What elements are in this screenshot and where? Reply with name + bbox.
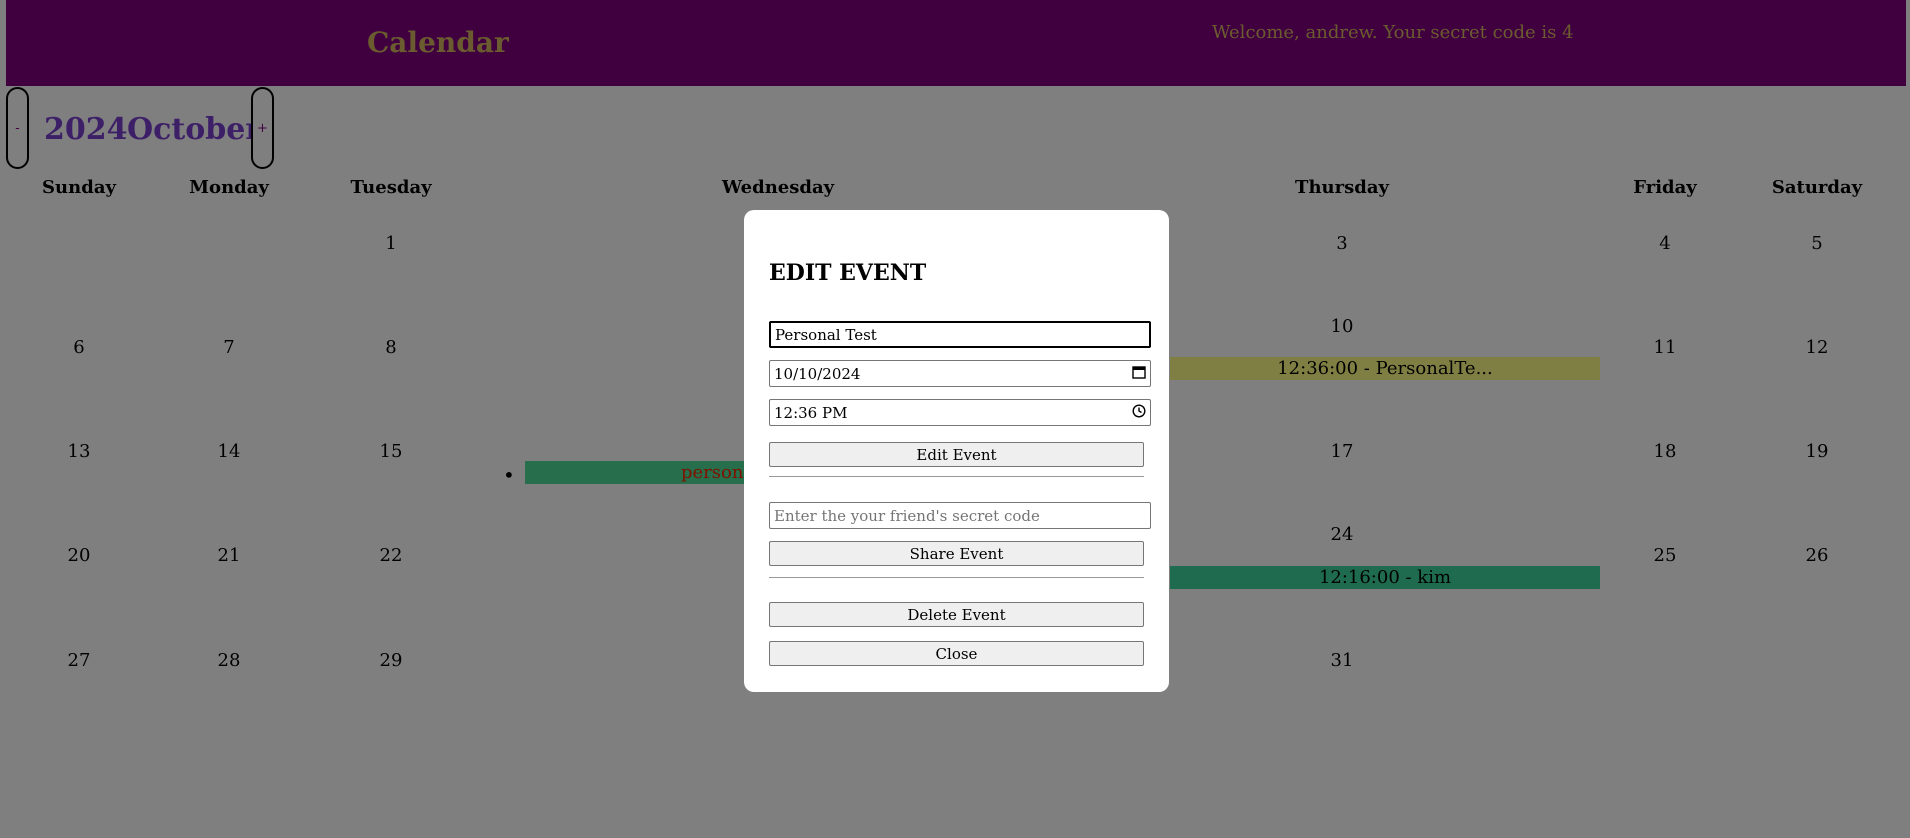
modal-title: EDIT EVENT <box>769 260 927 286</box>
calendar-icon[interactable] <box>1132 365 1146 383</box>
share-event-button[interactable]: Share Event <box>769 541 1144 566</box>
event-time-value: 12:36 PM <box>774 403 848 422</box>
friend-code-placeholder: Enter the your friend's secret code <box>774 506 1040 525</box>
event-time-input[interactable]: 12:36 PM <box>769 399 1151 426</box>
delete-event-button[interactable]: Delete Event <box>769 602 1144 627</box>
clock-icon[interactable] <box>1132 403 1146 422</box>
edit-event-button[interactable]: Edit Event <box>769 442 1144 467</box>
divider <box>769 476 1144 477</box>
friend-code-input[interactable]: Enter the your friend's secret code <box>769 502 1151 529</box>
divider <box>769 577 1144 578</box>
event-name-value: Personal Test <box>775 325 877 344</box>
event-date-input[interactable]: 10/10/2024 <box>769 360 1151 387</box>
edit-event-modal: EDIT EVENT Personal Test 10/10/2024 12:3… <box>744 210 1169 692</box>
close-button[interactable]: Close <box>769 641 1144 666</box>
event-date-value: 10/10/2024 <box>774 364 861 383</box>
event-name-input[interactable]: Personal Test <box>769 321 1151 348</box>
